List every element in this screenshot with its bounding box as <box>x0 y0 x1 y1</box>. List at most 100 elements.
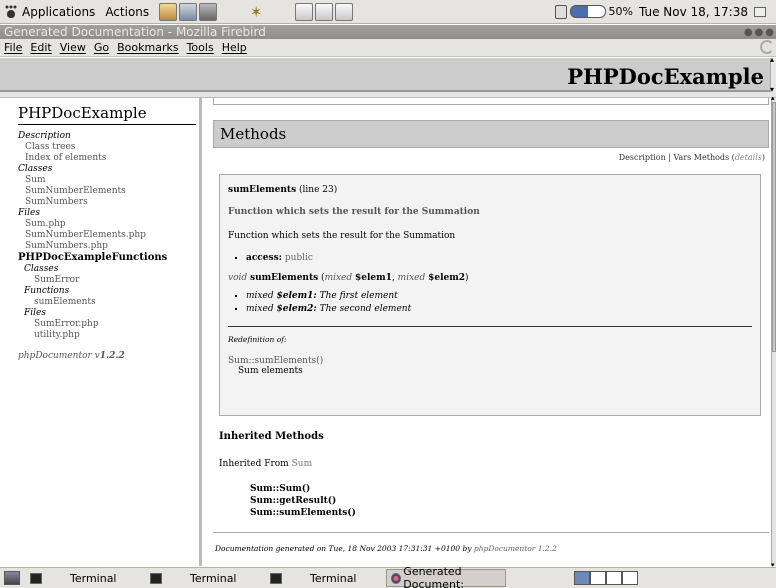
clock[interactable]: Tue Nov 18, 17:38 <box>639 5 748 19</box>
taskbar-item[interactable]: Terminal <box>266 572 386 585</box>
sidebar-link-utility-php[interactable]: utility.php <box>18 330 199 341</box>
redefinition-label: Redefinition of: <box>228 335 287 344</box>
sidebar-title: PHPDocExample <box>18 104 196 125</box>
content-frame: Methods Description | Vars Methods (deta… <box>205 98 771 566</box>
menu-view[interactable]: View <box>60 41 86 54</box>
page-title: PHPDocExample <box>567 64 764 89</box>
sidebar-section-files: Files <box>18 208 40 218</box>
param-item: mixed $elem1: The first element <box>246 291 752 301</box>
keyboard-layout-icon[interactable] <box>754 6 766 17</box>
method-line: (line 23) <box>299 185 338 195</box>
nav-separator: | <box>668 153 671 162</box>
inherited-method-link[interactable]: Sum::getResult() <box>250 495 356 507</box>
sidebar-link-sumerror[interactable]: SumError <box>18 275 199 286</box>
inherited-from-label: Inherited From <box>219 459 289 469</box>
terminal-icon <box>30 572 42 584</box>
footer-tool-link[interactable]: phpDocumentor 1.2.2 <box>474 544 557 553</box>
proto-name: sumElements <box>250 273 319 283</box>
header-frame-scrollbar[interactable] <box>770 55 776 94</box>
sidebar-link-sumelements[interactable]: sumElements <box>18 297 199 308</box>
menu-go[interactable]: Go <box>94 41 109 54</box>
version-number: 1.2.2 <box>99 351 125 361</box>
param-desc: The first element <box>319 291 398 301</box>
menubar: File Edit View Go Bookmarks Tools Help <box>0 39 776 57</box>
param-name: $elem2: <box>276 304 317 314</box>
param-type: mixed <box>246 291 274 301</box>
proto-param2-name: $elem2 <box>428 273 466 283</box>
sidebar-link-sumnumberelements[interactable]: SumNumberElements <box>18 186 199 197</box>
method-detail-box: sumElements (line 23) Function which set… <box>219 174 761 416</box>
workspace-switcher[interactable] <box>574 571 638 585</box>
top-panel: Applications Actions ✶ 50% Tue Nov 18, 1… <box>0 0 776 24</box>
terminal-icon <box>270 572 282 584</box>
throbber-icon <box>760 40 774 54</box>
applications-menu[interactable]: Applications <box>22 5 95 19</box>
menu-bookmarks[interactable]: Bookmarks <box>117 41 178 54</box>
inherited-from: Inherited From Sum <box>219 459 312 469</box>
sidebar-link-class-trees[interactable]: Class trees <box>18 142 199 153</box>
show-desktop-icon[interactable] <box>4 571 20 585</box>
proto-param1-type: mixed <box>324 273 353 283</box>
taskbar-item[interactable]: Terminal <box>26 572 146 585</box>
methods-section-header: Methods <box>213 120 769 148</box>
previous-section-edge <box>213 98 769 105</box>
redefinition-link[interactable]: Sum::sumElements() <box>228 356 752 366</box>
proto-param1-name: $elem1 <box>355 273 392 283</box>
sidebar-version: phpDocumentor v1.2.2 <box>18 351 199 361</box>
version-prefix: phpDocumentor v <box>18 351 100 361</box>
inherited-method-link[interactable]: Sum::Sum() <box>250 483 356 495</box>
tag-access: access: public <box>246 253 752 263</box>
sidebar-link-sumnumberelements-php[interactable]: SumNumberElements.php <box>18 230 199 241</box>
gnome-foot-icon[interactable] <box>4 4 18 19</box>
sidebar-link-sumerror-php[interactable]: SumError.php <box>18 319 199 330</box>
window-titlebar[interactable]: Generated Documentation - Mozilla Firebi… <box>0 25 776 39</box>
home-folder-icon[interactable] <box>159 2 178 21</box>
actions-menu[interactable]: Actions <box>105 5 149 19</box>
taskbar-item[interactable]: Terminal <box>146 572 266 585</box>
sidebar-link-index-of-elements[interactable]: Index of elements <box>18 153 199 164</box>
nav-link-details[interactable]: details <box>735 153 762 162</box>
document-launcher-icon[interactable] <box>335 2 354 21</box>
footer-text: Documentation generated on Tue, 18 Nov 2… <box>215 544 472 553</box>
battery-icon <box>554 4 567 19</box>
browser-launcher-icon[interactable] <box>179 2 198 21</box>
inherited-from-class-link[interactable]: Sum <box>292 459 313 469</box>
terminal-icon <box>150 572 162 584</box>
window-controls[interactable]: ●●● <box>744 26 776 39</box>
notes-launcher-icon[interactable] <box>295 2 314 21</box>
proto-return-type: void <box>228 273 248 283</box>
battery-level-bar <box>569 5 606 18</box>
tag-access-label: access: <box>246 253 282 263</box>
taskbar-item-active[interactable]: Generated Document: <box>386 565 506 588</box>
sidebar-link-sum-php[interactable]: Sum.php <box>18 219 199 230</box>
battery-percent: 50% <box>608 5 633 18</box>
workspace-4[interactable] <box>622 571 638 585</box>
inherited-method-link[interactable]: Sum::sumElements() <box>250 507 356 519</box>
method-long-description: Function which sets the result for the S… <box>228 231 456 241</box>
workspace-1[interactable] <box>574 571 590 585</box>
star-launcher-icon[interactable]: ✶ <box>247 3 265 21</box>
menu-file[interactable]: File <box>4 41 22 54</box>
sidebar-link-sumnumbers[interactable]: SumNumbers <box>18 197 199 208</box>
nav-link-description[interactable]: Description <box>619 153 666 162</box>
menu-tools[interactable]: Tools <box>187 41 214 54</box>
inherited-method-list: Sum::Sum() Sum::getResult() Sum::sumElem… <box>250 483 356 519</box>
content-frame-scrollbar[interactable] <box>771 94 776 569</box>
nav-link-vars-methods[interactable]: Vars Methods <box>674 153 730 162</box>
sidebar-pkg-section-classes: Classes <box>24 264 59 274</box>
battery-monitor[interactable]: 50% <box>554 4 633 19</box>
footer-divider <box>213 532 769 533</box>
menu-edit[interactable]: Edit <box>30 41 51 54</box>
screenshot-launcher-icon[interactable] <box>199 2 218 21</box>
workspace-2[interactable] <box>590 571 606 585</box>
editor-launcher-icon[interactable] <box>315 2 334 21</box>
sidebar-pkg-section-files: Files <box>24 308 46 318</box>
sidebar-package-title: PHPDocExampleFunctions <box>18 252 168 263</box>
sidebar-link-sum[interactable]: Sum <box>18 175 199 186</box>
workspace-3[interactable] <box>606 571 622 585</box>
sidebar-link-sumnumbers-php[interactable]: SumNumbers.php <box>18 241 199 252</box>
menu-help[interactable]: Help <box>222 41 247 54</box>
inherited-methods-heading: Inherited Methods <box>219 431 324 442</box>
firebird-icon <box>391 572 402 584</box>
scrollbar-thumb[interactable] <box>772 102 776 352</box>
